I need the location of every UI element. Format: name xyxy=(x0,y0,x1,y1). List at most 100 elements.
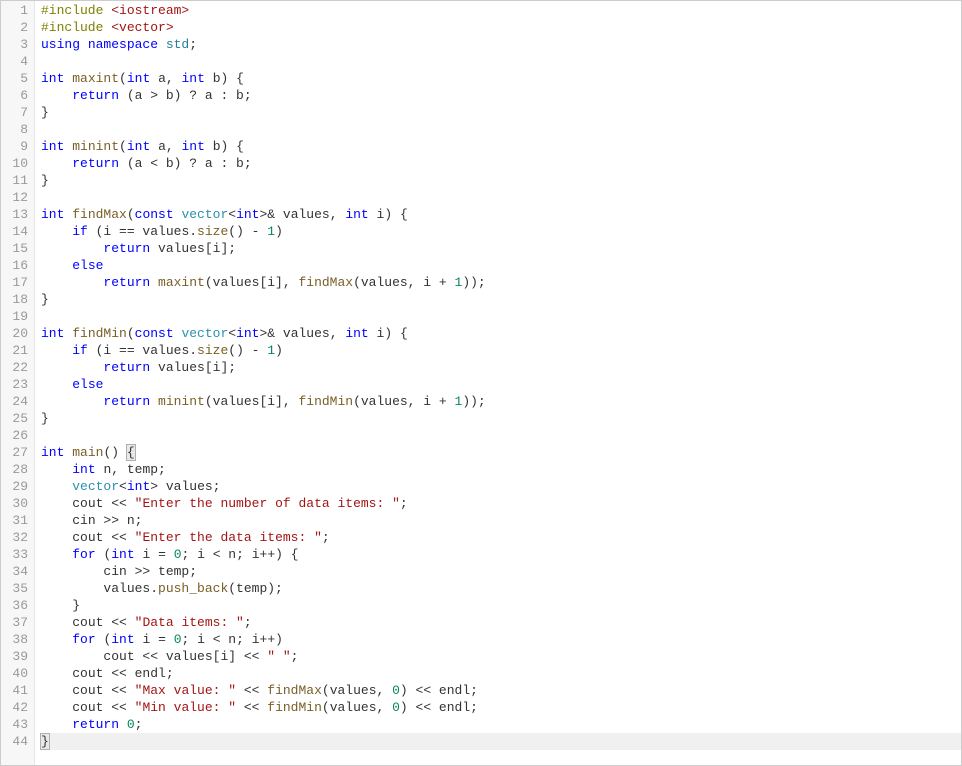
code-line[interactable]: int findMax(const vector<int>& values, i… xyxy=(41,206,961,223)
token-func: findMax xyxy=(72,207,127,222)
line-number: 1 xyxy=(5,2,28,19)
token-paren: } xyxy=(41,105,49,120)
token-preproc: #include xyxy=(41,3,111,18)
token-paren: ) { xyxy=(221,139,244,154)
code-line[interactable]: return values[i]; xyxy=(41,359,961,376)
code-line[interactable]: return minint(values[i], findMin(values,… xyxy=(41,393,961,410)
token-string: " " xyxy=(267,649,290,664)
code-line[interactable]: cin >> temp; xyxy=(41,563,961,580)
line-number: 5 xyxy=(5,70,28,87)
token-keyword: int xyxy=(41,326,72,341)
line-number: 10 xyxy=(5,155,28,172)
code-line[interactable]: } xyxy=(41,291,961,308)
token-ident: cout << xyxy=(72,700,134,715)
token-paren: } xyxy=(41,411,49,426)
token-paren: ) { xyxy=(384,326,407,341)
token-ident: (values, xyxy=(322,700,392,715)
token-punct: , xyxy=(330,207,346,222)
code-line[interactable]: int maxint(int a, int b) { xyxy=(41,70,961,87)
token-ident: a xyxy=(158,71,166,86)
code-line[interactable]: return values[i]; xyxy=(41,240,961,257)
token-func: findMin xyxy=(72,326,127,341)
token-punct: , xyxy=(166,71,182,86)
token-ident: cout << xyxy=(72,496,134,511)
code-line[interactable]: else xyxy=(41,376,961,393)
code-line[interactable]: #include <iostream> xyxy=(41,2,961,19)
line-number: 19 xyxy=(5,308,28,325)
code-line[interactable]: } xyxy=(41,104,961,121)
code-line[interactable]: return (a < b) ? a : b; xyxy=(41,155,961,172)
code-line[interactable]: return 0; xyxy=(41,716,961,733)
token-ident: (a > b) ? a : b; xyxy=(127,88,252,103)
code-line[interactable]: } xyxy=(41,172,961,189)
code-line[interactable]: cout << values[i] << " "; xyxy=(41,648,961,665)
code-line[interactable]: cout << "Enter the number of data items:… xyxy=(41,495,961,512)
code-line[interactable] xyxy=(41,427,961,444)
line-number: 23 xyxy=(5,376,28,393)
code-line[interactable]: using namespace std; xyxy=(41,36,961,53)
token-keyword: namespace xyxy=(88,37,166,52)
code-line[interactable]: int minint(int a, int b) { xyxy=(41,138,961,155)
code-area[interactable]: #include <iostream>#include <vector>usin… xyxy=(35,1,961,765)
code-line[interactable] xyxy=(41,189,961,206)
code-line[interactable]: } xyxy=(41,597,961,614)
code-line[interactable]: } xyxy=(41,410,961,427)
code-line[interactable]: } xyxy=(41,733,961,750)
code-line[interactable] xyxy=(41,53,961,70)
token-func: push_back xyxy=(158,581,228,596)
token-ident: (values[i], xyxy=(205,275,299,290)
token-ident: cin >> n; xyxy=(72,513,142,528)
code-line[interactable]: cin >> n; xyxy=(41,512,961,529)
code-line[interactable]: if (i == values.size() - 1) xyxy=(41,223,961,240)
token-ident: n, temp; xyxy=(103,462,165,477)
token-ident xyxy=(41,615,72,630)
token-ident xyxy=(41,496,72,511)
token-punct: , xyxy=(166,139,182,154)
token-keyword: int xyxy=(236,207,259,222)
line-number: 4 xyxy=(5,53,28,70)
code-line[interactable]: return (a > b) ? a : b; xyxy=(41,87,961,104)
code-line[interactable]: vector<int> values; xyxy=(41,478,961,495)
token-type: vector xyxy=(181,207,228,222)
code-line[interactable]: if (i == values.size() - 1) xyxy=(41,342,961,359)
token-keyword: int xyxy=(41,445,72,460)
token-punct: ; xyxy=(189,37,197,52)
line-number: 28 xyxy=(5,461,28,478)
code-line[interactable]: int findMin(const vector<int>& values, i… xyxy=(41,325,961,342)
code-line[interactable]: values.push_back(temp); xyxy=(41,580,961,597)
token-ident: (values[i], xyxy=(205,394,299,409)
token-func: findMin xyxy=(267,700,322,715)
code-line[interactable]: int n, temp; xyxy=(41,461,961,478)
token-ident xyxy=(41,377,72,392)
code-line[interactable] xyxy=(41,121,961,138)
token-ident: (values, i + xyxy=(353,394,454,409)
code-line[interactable]: cout << "Min value: " << findMin(values,… xyxy=(41,699,961,716)
token-ident xyxy=(41,513,72,528)
token-string: "Data items: " xyxy=(135,615,244,630)
code-line[interactable]: int main() { xyxy=(41,444,961,461)
token-ident xyxy=(41,258,72,273)
code-line[interactable]: cout << endl; xyxy=(41,665,961,682)
token-keyword: int xyxy=(41,207,72,222)
code-editor[interactable]: 1234567891011121314151617181920212223242… xyxy=(0,0,962,766)
token-ident: cout << xyxy=(72,530,134,545)
code-line[interactable]: #include <vector> xyxy=(41,19,961,36)
line-number: 22 xyxy=(5,359,28,376)
code-line[interactable]: cout << "Enter the data items: "; xyxy=(41,529,961,546)
token-ident xyxy=(41,581,103,596)
code-line[interactable] xyxy=(41,308,961,325)
code-line[interactable]: cout << "Max value: " << findMax(values,… xyxy=(41,682,961,699)
code-line[interactable]: return maxint(values[i], findMax(values,… xyxy=(41,274,961,291)
code-line[interactable]: for (int i = 0; i < n; i++) { xyxy=(41,546,961,563)
code-line[interactable]: else xyxy=(41,257,961,274)
line-number: 32 xyxy=(5,529,28,546)
token-keyword: return xyxy=(103,360,158,375)
token-ident xyxy=(41,360,103,375)
line-number: 43 xyxy=(5,716,28,733)
code-line[interactable]: for (int i = 0; i < n; i++) xyxy=(41,631,961,648)
code-line[interactable]: cout << "Data items: "; xyxy=(41,614,961,631)
token-ident: cin >> temp; xyxy=(103,564,197,579)
token-ident: values[i]; xyxy=(158,360,236,375)
token-ident xyxy=(41,462,72,477)
token-paren: )); xyxy=(462,394,485,409)
